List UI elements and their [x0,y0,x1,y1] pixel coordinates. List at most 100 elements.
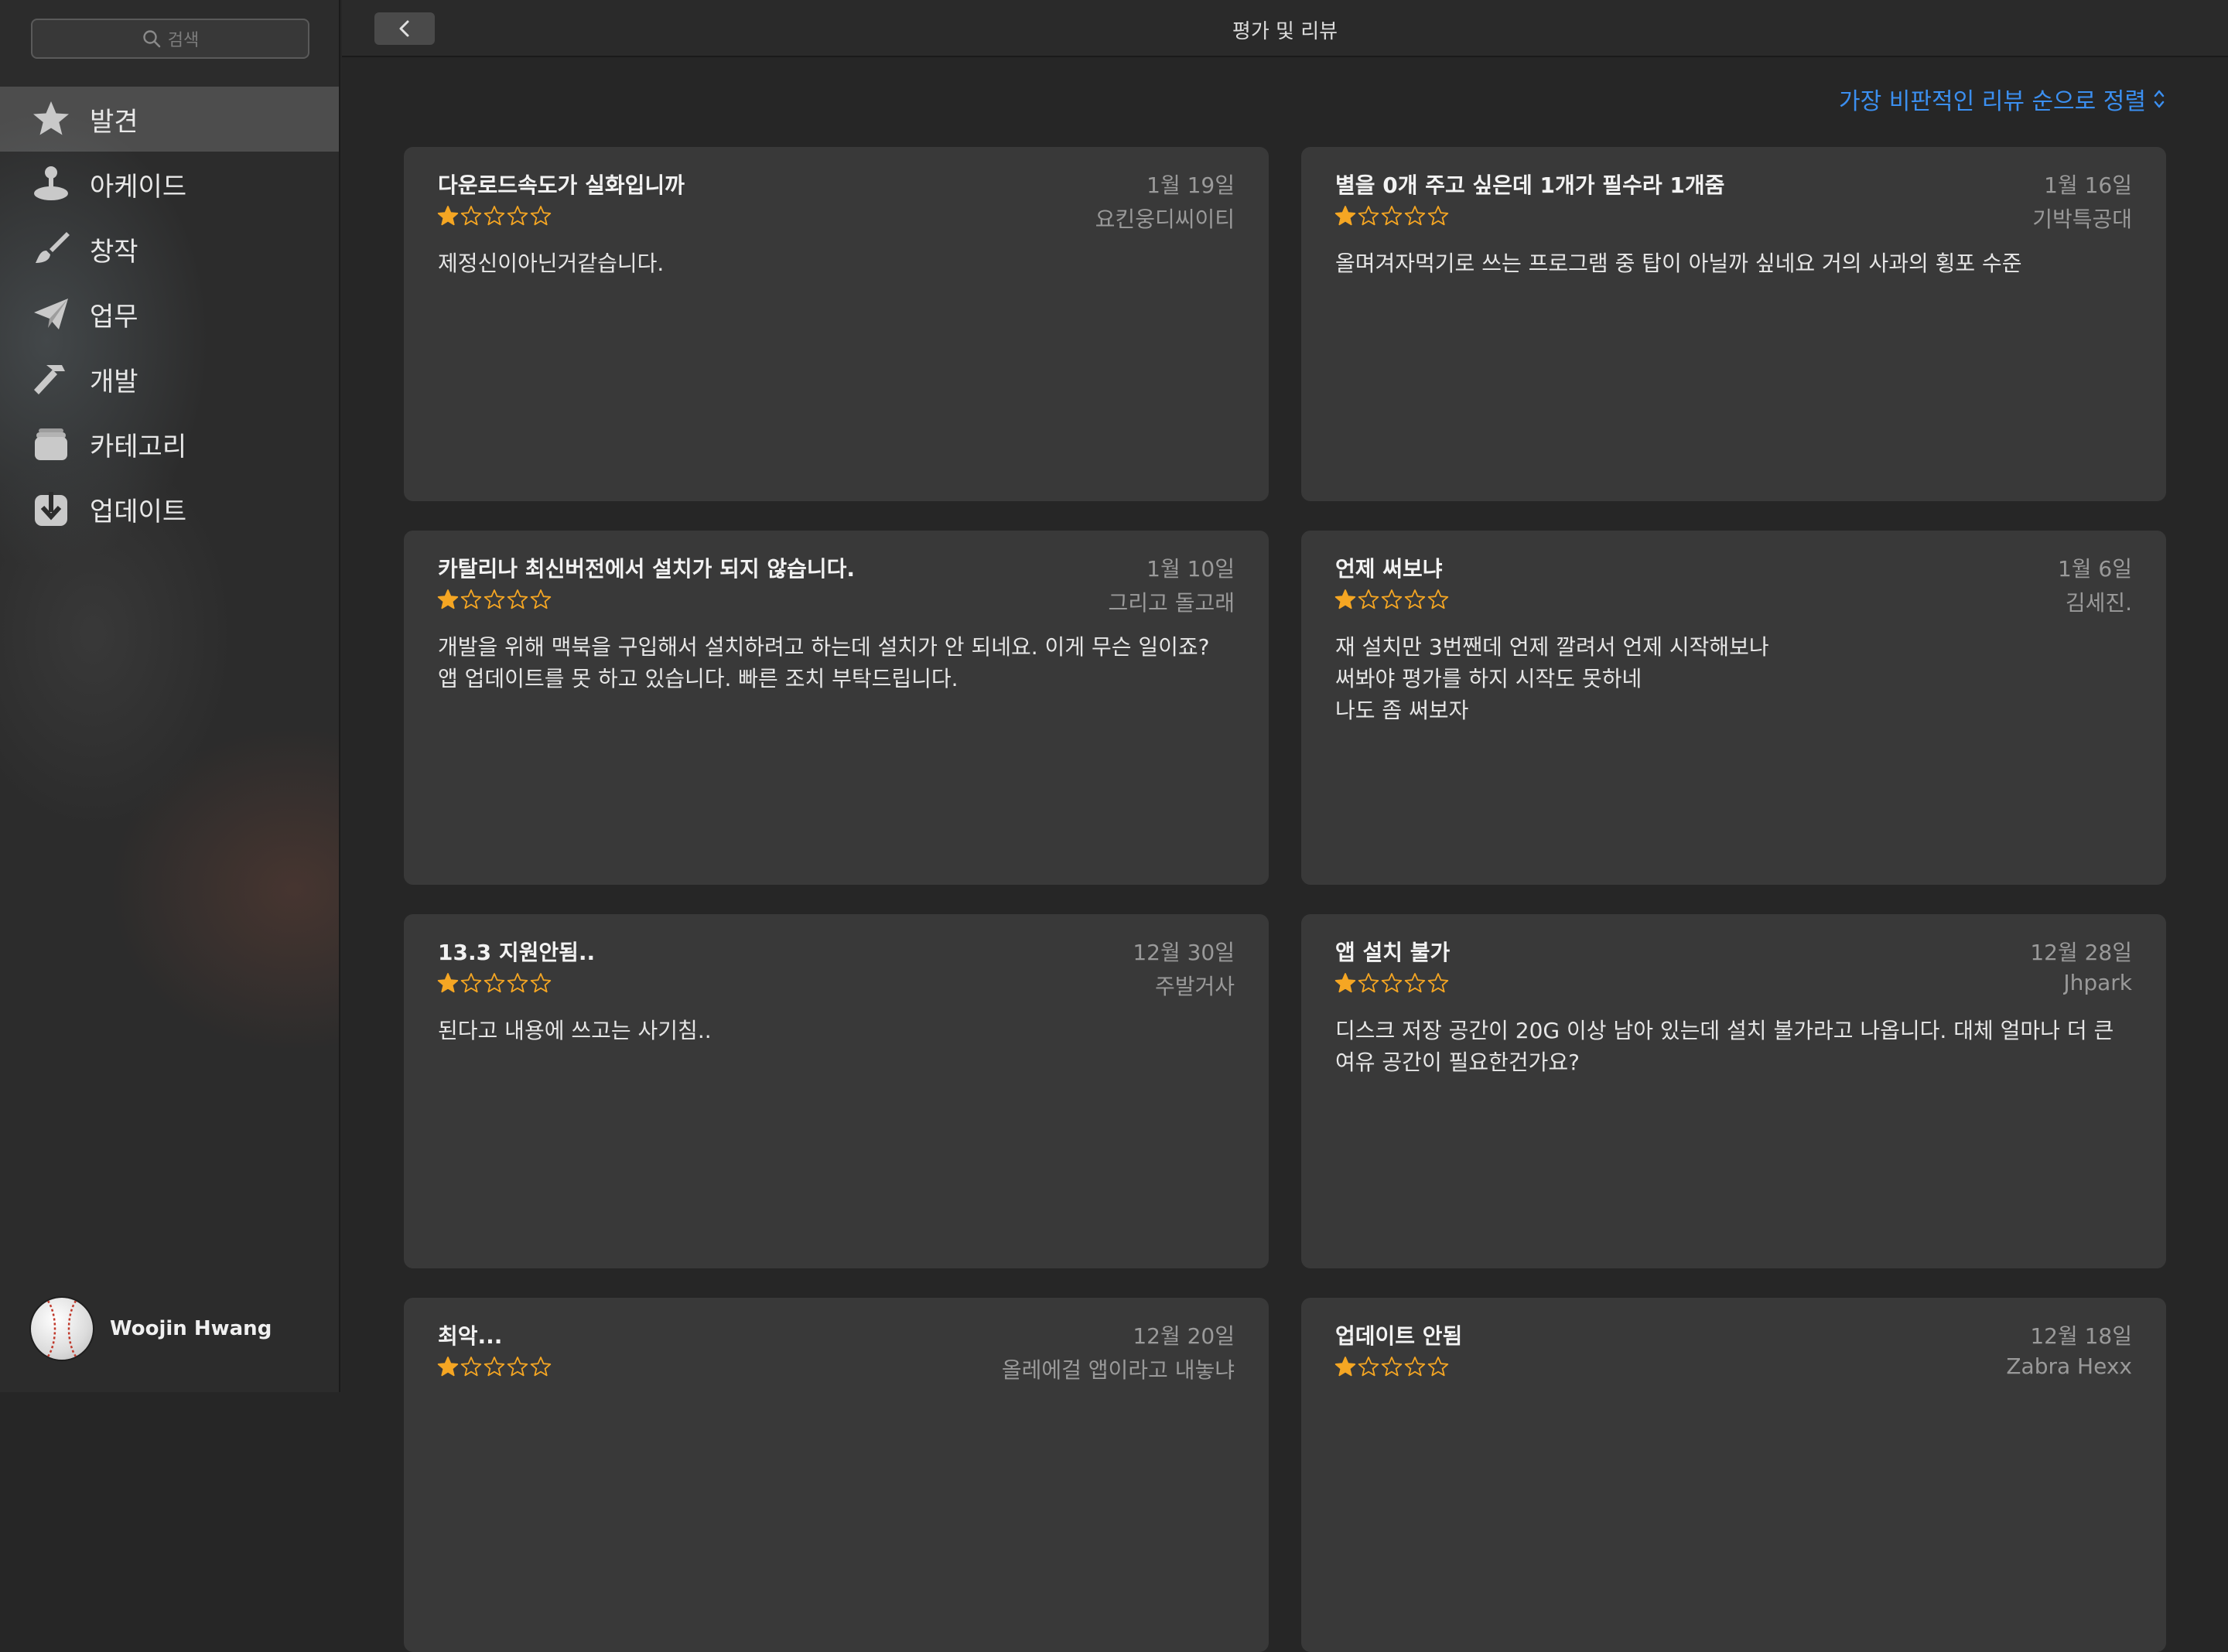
review-title: 최악... [438,1323,503,1349]
review-author: Jhpark [2063,970,2132,995]
star-empty-icon [1404,206,1426,226]
review-card[interactable]: 업데이트 안됨 12월 18일 Zabra Hexx [1301,1298,2166,1652]
star-rating [1334,971,1450,995]
review-date: 12월 30일 [1133,940,1235,965]
sidebar-item-create[interactable]: 창작 [0,217,339,282]
search-field[interactable]: 검색 [31,19,309,59]
sidebar-item-categories[interactable]: 카테고리 [0,411,339,476]
star-empty-icon [484,1357,505,1377]
star-empty-icon [507,206,528,226]
star-empty-icon [1404,1357,1426,1377]
review-date: 12월 20일 [1133,1323,1235,1349]
user-account[interactable]: Woojin Hwang [31,1298,272,1360]
search-placeholder: 검색 [167,31,200,50]
star-filled-icon [1334,1357,1356,1377]
sidebar-item-updates[interactable]: 업데이트 [0,476,339,541]
sidebar: 검색 발견 아케이드 창작 업무 개발 카테고리 업데이트 Woojin Hwa… [0,0,340,1392]
review-body: 제정신이아닌거같습니다. [438,251,665,276]
review-card[interactable]: 카탈리나 최신버전에서 설치가 되지 않습니다. 1월 10일 그리고 돌고래 … [404,531,1269,885]
star-empty-icon [1427,973,1449,993]
star-rating [436,588,552,611]
star-empty-icon [530,1357,552,1377]
sidebar-item-work[interactable]: 업무 [0,282,339,346]
star-empty-icon [1381,973,1403,993]
star-empty-icon [1358,1357,1379,1377]
star-empty-icon [530,973,552,993]
sort-menu[interactable]: 가장 비판적인 리뷰 순으로 정렬 [1839,82,2166,116]
star-rating [1334,204,1450,227]
review-body: 재 설치만 3번짼데 언제 깔려서 언제 시작해보나 써봐야 평가를 하지 시작… [1335,634,1769,723]
review-title: 언제 써보냐 [1335,556,1443,582]
star-empty-icon [1381,206,1403,226]
star-empty-icon [460,206,482,226]
review-title: 13.3 지원안됨.. [438,940,596,965]
review-card[interactable]: 최악... 12월 20일 올레에걸 앱이라고 내놓냐 [404,1298,1269,1652]
review-body: 디스크 저장 공간이 20G 이상 남아 있는데 설치 불가라고 나옵니다. 대… [1335,1018,2114,1075]
star-empty-icon [507,589,528,609]
star-empty-icon [1404,973,1426,993]
star-empty-icon [1358,973,1379,993]
review-card[interactable]: 앱 설치 불가 12월 28일 Jhpark 디스크 저장 공간이 20G 이상… [1301,914,2166,1268]
star-empty-icon [1358,589,1379,609]
review-author: 올레에걸 앱이라고 내놓냐 [1001,1357,1235,1383]
chevron-up-down-icon [2154,90,2165,108]
review-card[interactable]: 별을 0개 주고 싶은데 1개가 필수라 1개줌 1월 16일 기박특공대 올며… [1301,147,2166,501]
review-author: Zabra Hexx [2006,1353,2132,1379]
star-filled-icon [437,973,459,993]
star-rating [436,971,552,995]
star-rating [436,204,552,227]
sidebar-item-label: 업데이트 [90,496,187,527]
user-name: Woojin Hwang [110,1317,272,1340]
star-filled-icon [437,206,459,226]
sidebar-nav: 발견 아케이드 창작 업무 개발 카테고리 업데이트 [0,87,339,541]
sidebar-item-discover[interactable]: 발견 [0,87,339,152]
star-empty-icon [484,973,505,993]
star-empty-icon [1404,589,1426,609]
review-date: 1월 19일 [1146,172,1235,198]
review-body: 된다고 내용에 쓰고는 사기침.. [438,1018,712,1043]
review-author: 그리고 돌고래 [1108,590,1235,616]
star-filled-icon [437,1357,459,1377]
sidebar-item-develop[interactable]: 개발 [0,346,339,411]
review-card[interactable]: 다운로드속도가 실화입니까 1월 19일 요킨웅디씨이티 제정신이아닌거같습니다… [404,147,1269,501]
paper-plane-icon [31,294,71,334]
sort-label: 가장 비판적인 리뷰 순으로 정렬 [1839,88,2146,115]
star-empty-icon [1427,589,1449,609]
star-filled-icon [1334,206,1356,226]
review-author: 주발거사 [1154,974,1235,999]
star-empty-icon [1427,1357,1449,1377]
review-date: 1월 16일 [2044,172,2132,198]
star-filled-icon [1334,973,1356,993]
star-rating [1334,588,1450,611]
reviews-grid: 다운로드속도가 실화입니까 1월 19일 요킨웅디씨이티 제정신이아닌거같습니다… [404,147,2168,1652]
search-icon [143,30,161,48]
sidebar-item-arcade[interactable]: 아케이드 [0,152,339,217]
sidebar-item-label: 아케이드 [90,171,187,203]
avatar [31,1298,93,1360]
review-date: 12월 18일 [2030,1323,2132,1349]
star-empty-icon [460,1357,482,1377]
review-date: 12월 28일 [2030,940,2132,965]
star-empty-icon [460,973,482,993]
review-title: 다운로드속도가 실화입니까 [438,172,685,198]
review-title: 별을 0개 주고 싶은데 1개가 필수라 1개줌 [1335,172,1725,198]
star-empty-icon [507,1357,528,1377]
review-card[interactable]: 13.3 지원안됨.. 12월 30일 주발거사 된다고 내용에 쓰고는 사기침… [404,914,1269,1268]
review-card[interactable]: 언제 써보냐 1월 6일 김세진. 재 설치만 3번짼데 언제 깔려서 언제 시… [1301,531,2166,885]
titlebar: 평가 및 리뷰 [342,0,2228,57]
star-empty-icon [1381,1357,1403,1377]
star-filled-icon [437,589,459,609]
main-content: 평가 및 리뷰 가장 비판적인 리뷰 순으로 정렬 다운로드속도가 실화입니까 … [342,0,2228,1652]
review-body: 개발을 위해 맥북을 구입해서 설치하려고 하는데 설치가 안 되네요. 이게 … [438,634,1210,691]
review-date: 1월 6일 [2057,556,2132,582]
baseball-icon [46,1300,77,1357]
stack-icon [31,424,71,464]
star-empty-icon [530,206,552,226]
download-icon [31,489,71,529]
star-icon [31,99,71,139]
star-empty-icon [530,589,552,609]
review-title: 카탈리나 최신버전에서 설치가 되지 않습니다. [438,556,856,582]
sidebar-item-label: 발견 [90,106,138,138]
paintbrush-icon [31,229,71,269]
star-empty-icon [484,206,505,226]
